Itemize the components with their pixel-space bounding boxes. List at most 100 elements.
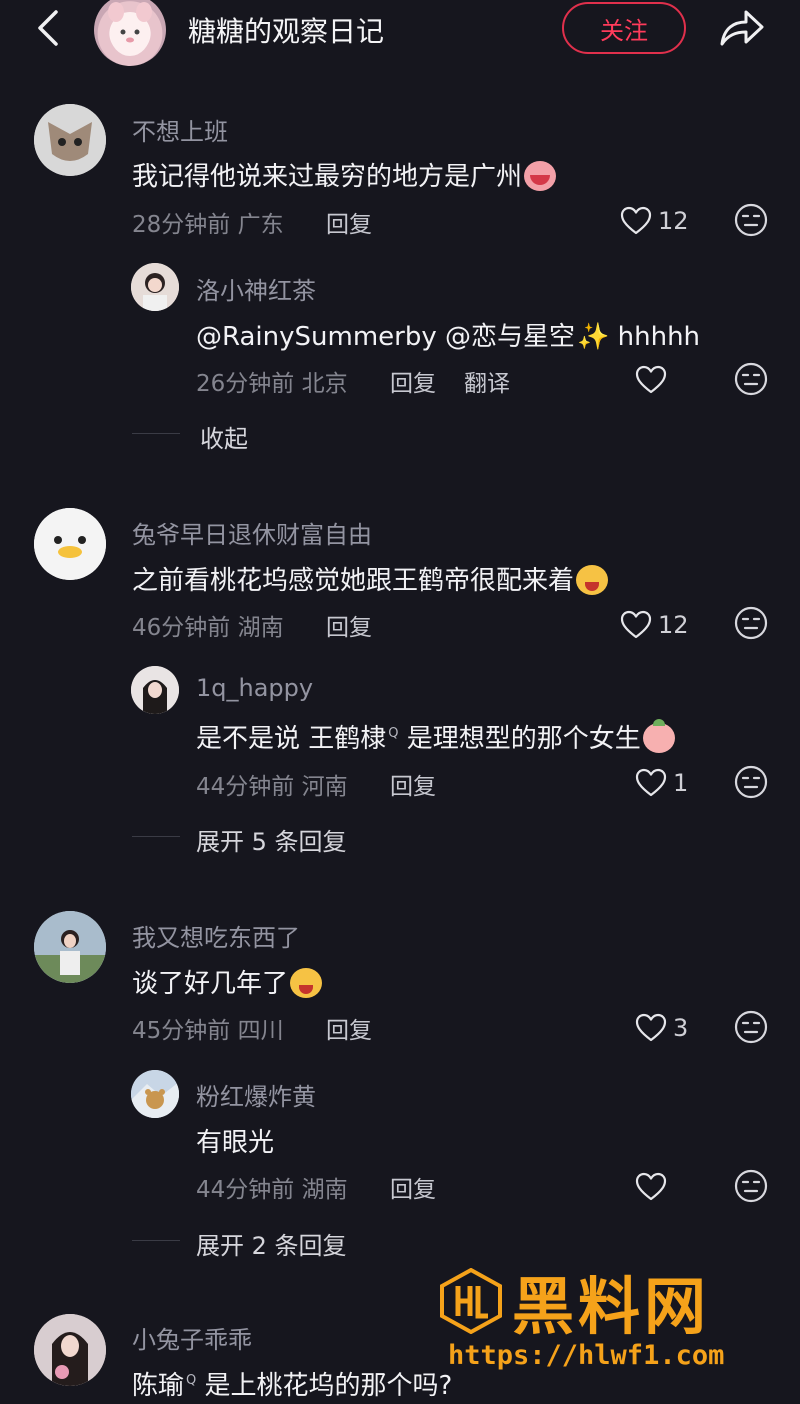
comment-text-body: 谈了好几年了 (132, 969, 289, 999)
avatar[interactable] (34, 104, 106, 176)
comment-author[interactable]: 不想上班 (132, 112, 228, 147)
collapse-replies-button[interactable]: 收起 (200, 419, 248, 454)
avatar[interactable] (34, 911, 106, 983)
reply-button[interactable]: 回复 (326, 205, 372, 239)
comment-location: 湖南 (237, 615, 284, 641)
share-icon (720, 10, 764, 46)
search-link[interactable]: 陈瑜 (132, 1371, 184, 1401)
reply-text: 是不是说 王鹤棣 Q 是理想型的那个女生 (196, 718, 675, 755)
like-button[interactable]: 3 (635, 1010, 688, 1046)
heart-icon (635, 1172, 667, 1201)
heart-icon (635, 1013, 667, 1042)
search-icon: Q (186, 1373, 197, 1388)
reply-text: @RainySummerby @恋与星空✨ hhhhh (196, 316, 700, 353)
comment-text-body: 我记得他说来过最穷的地方是广州 (132, 162, 523, 192)
reply-text-suffix: 是理想型的那个女生 (398, 724, 641, 754)
heart-icon (635, 768, 667, 797)
heart-icon (620, 206, 652, 235)
dislike-face-icon[interactable] (734, 606, 768, 640)
reply-text: 有眼光 (196, 1128, 275, 1158)
dislike-face-icon[interactable] (734, 765, 768, 799)
like-button[interactable]: 12 (620, 607, 689, 643)
peach-emoji-icon (642, 719, 675, 753)
search-link[interactable]: 王鹤棣 (308, 724, 386, 754)
avatar[interactable] (131, 1070, 179, 1118)
girl-avatar-image (34, 911, 106, 983)
watermark-url: https://hlwf1.com (448, 1340, 725, 1371)
heart-icon (620, 610, 652, 639)
reply-meta: 44分钟前 河南 (196, 767, 348, 801)
like-button[interactable] (635, 1169, 673, 1205)
reply-button[interactable]: 回复 (326, 608, 372, 642)
comment-text: 我记得他说来过最穷的地方是广州 (132, 156, 557, 193)
comment-author[interactable]: 兔爷早日退休财富自由 (132, 515, 372, 550)
comment-text: 谈了好几年了 (132, 963, 323, 1000)
duck-avatar-image (34, 508, 106, 580)
reply-text-suffix: hhhhh (617, 322, 701, 352)
comment-time: 46分钟前 (132, 615, 231, 641)
top-bar: 糖糖的观察日记 关注 (0, 0, 800, 66)
avatar[interactable] (131, 263, 179, 311)
divider (132, 433, 180, 434)
cry-emoji-icon (524, 161, 557, 191)
sparkle-emoji-icon: ✨ (577, 322, 610, 352)
reply-author[interactable]: 1q_happy (196, 674, 313, 702)
reply-author[interactable]: 洛小神红茶 (196, 271, 316, 306)
like-button[interactable]: 1 (635, 765, 688, 801)
comment-text: 陈瑜 Q 是上桃花坞的那个吗? (132, 1365, 452, 1402)
avatar[interactable] (131, 666, 179, 714)
share-button[interactable] (716, 6, 766, 50)
search-icon: Q (388, 726, 399, 741)
dog-emoji-icon (576, 565, 609, 595)
reply-button[interactable]: 回复 (326, 1011, 372, 1045)
comment-location: 四川 (237, 1018, 284, 1044)
dislike-face-icon[interactable] (734, 1010, 768, 1044)
like-count: 12 (658, 611, 689, 639)
comment-text-body: 之前看桃花坞感觉她跟王鹤帝很配来着 (132, 566, 575, 596)
expand-replies-button[interactable]: 展开 2 条回复 (196, 1226, 347, 1261)
dislike-face-icon[interactable] (734, 203, 768, 237)
back-button[interactable] (30, 6, 70, 50)
reply-button[interactable]: 回复 (390, 364, 436, 398)
comment-meta: 28分钟前 广东 (132, 205, 284, 239)
comment-text-body: 是上桃花坞的那个吗? (196, 1371, 453, 1401)
girl-avatar-image (34, 1314, 106, 1386)
comment-text: 之前看桃花坞感觉她跟王鹤帝很配来着 (132, 560, 609, 597)
like-button[interactable] (635, 362, 673, 398)
reply-time: 44分钟前 (196, 774, 295, 800)
avatar-image (108, 2, 152, 56)
dislike-face-icon[interactable] (734, 362, 768, 396)
expand-replies-button[interactable]: 展开 5 条回复 (196, 822, 347, 857)
reply-time: 44分钟前 (196, 1177, 295, 1203)
divider (132, 836, 180, 837)
like-count: 12 (658, 207, 689, 235)
reply-text-prefix: 是不是说 (196, 724, 309, 754)
like-button[interactable]: 12 (620, 203, 689, 239)
profile-avatar[interactable] (94, 0, 166, 66)
bear-avatar-image (131, 1070, 179, 1118)
reply-meta: 44分钟前 湖南 (196, 1170, 348, 1204)
reply-author[interactable]: 粉红爆炸黄 (196, 1077, 316, 1112)
girl-avatar-image (131, 666, 179, 714)
avatar[interactable] (34, 1314, 106, 1386)
reply-button[interactable]: 回复 (390, 1170, 436, 1204)
dog-emoji-icon (290, 968, 323, 998)
like-count: 1 (673, 769, 689, 797)
comment-time: 45分钟前 (132, 1018, 231, 1044)
divider (132, 1240, 180, 1241)
translate-button[interactable]: 翻译 (464, 364, 510, 398)
comment-meta: 46分钟前 湖南 (132, 608, 284, 642)
watermark-title: 黑料网 (512, 1270, 711, 1343)
comment-author[interactable]: 小兔子乖乖 (132, 1320, 252, 1355)
reply-location: 北京 (301, 371, 348, 397)
comment-author[interactable]: 我又想吃东西了 (132, 918, 300, 953)
reply-time: 26分钟前 (196, 371, 295, 397)
reply-button[interactable]: 回复 (390, 767, 436, 801)
dislike-face-icon[interactable] (734, 1169, 768, 1203)
avatar[interactable] (34, 508, 106, 580)
page-title: 糖糖的观察日记 (188, 15, 385, 48)
comment-location: 广东 (237, 212, 284, 238)
comment-time: 28分钟前 (132, 212, 231, 238)
follow-button[interactable]: 关注 (562, 2, 686, 54)
comment-meta: 45分钟前 四川 (132, 1011, 284, 1045)
